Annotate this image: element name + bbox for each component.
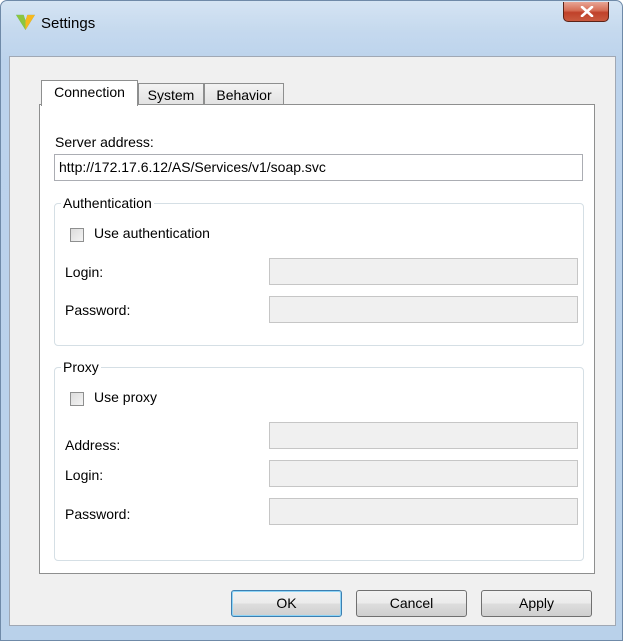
- tab-behavior[interactable]: Behavior: [204, 83, 284, 105]
- connection-tab-page: Server address: http://172.17.6.12/AS/Se…: [39, 104, 595, 574]
- proxy-password-label: Password:: [65, 506, 131, 522]
- dialog-body: Connection System Behavior Server addres…: [9, 56, 616, 626]
- app-logo-icon: [16, 14, 35, 31]
- proxy-login-input[interactable]: [269, 460, 578, 487]
- window-title: Settings: [41, 15, 96, 32]
- close-button[interactable]: [563, 2, 609, 22]
- settings-window: Settings Connection System Behavior Serv…: [0, 0, 623, 641]
- use-proxy-checkbox[interactable]: [70, 392, 84, 406]
- auth-password-input[interactable]: [269, 296, 578, 323]
- apply-button[interactable]: Apply: [481, 590, 592, 617]
- use-authentication-label[interactable]: Use authentication: [94, 225, 210, 241]
- server-address-input[interactable]: http://172.17.6.12/AS/Services/v1/soap.s…: [54, 154, 583, 181]
- auth-login-input[interactable]: [269, 258, 578, 285]
- ok-button[interactable]: OK: [231, 590, 342, 617]
- use-proxy-label[interactable]: Use proxy: [94, 389, 157, 405]
- proxy-group-title: Proxy: [61, 359, 101, 375]
- title-bar[interactable]: Settings: [1, 1, 622, 32]
- authentication-group-title: Authentication: [61, 195, 154, 211]
- auth-login-label: Login:: [65, 264, 104, 280]
- cancel-button[interactable]: Cancel: [356, 590, 467, 617]
- tab-system[interactable]: System: [138, 83, 204, 105]
- tab-connection[interactable]: Connection: [41, 80, 138, 106]
- proxy-password-input[interactable]: [269, 498, 578, 525]
- proxy-group: Proxy Use proxy Address: Login: Password…: [54, 359, 584, 561]
- use-authentication-checkbox[interactable]: [70, 228, 84, 242]
- auth-password-label: Password:: [65, 302, 131, 318]
- proxy-address-label: Address:: [65, 437, 121, 453]
- server-address-label: Server address:: [55, 134, 154, 150]
- authentication-group: Authentication Use authentication Login:…: [54, 195, 584, 346]
- proxy-address-input[interactable]: [269, 422, 578, 449]
- proxy-login-label: Login:: [65, 467, 104, 483]
- close-icon: [580, 6, 594, 17]
